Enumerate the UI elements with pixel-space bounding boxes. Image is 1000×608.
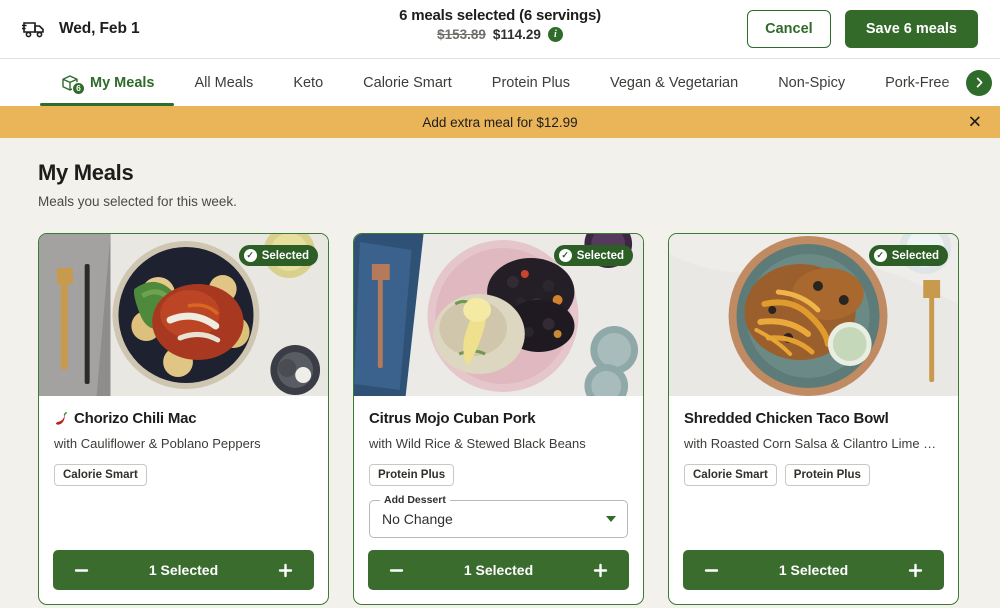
meal-tags: Protein Plus [369,464,628,486]
quantity-label: 1 Selected [778,562,849,578]
add-dessert-label: Add Dessert [380,494,450,506]
selected-badge: ✓ Selected [553,245,633,266]
chevron-right-icon [976,77,982,88]
meal-image: ✓ Selected [354,234,643,396]
minus-icon [74,568,89,572]
selected-badge: ✓ Selected [238,245,318,266]
plus-icon [278,563,293,577]
delivery-truck-icon [22,22,44,38]
meal-card-footer: 1 Selected [354,550,643,604]
decrease-quantity-button[interactable] [699,558,724,583]
scroll-right-button[interactable] [966,69,992,96]
meal-info: Chorizo Chili Mac with Cauliflower & Pob… [39,396,328,550]
quantity-label: 1 Selected [148,562,219,578]
increase-quantity-button[interactable] [588,558,613,583]
meal-title-row: Citrus Mojo Cuban Pork [369,410,628,427]
minus-icon [704,568,719,572]
check-icon: ✓ [558,249,572,262]
my-meals-count-badge: 6 [72,81,85,95]
quantity-stepper: 1 Selected [368,550,629,590]
decrease-quantity-button[interactable] [69,558,94,583]
tab-label: My Meals [90,74,155,91]
meal-tags: Calorie Smart Protein Plus [684,464,943,486]
meal-image: ✓ Selected [39,234,328,396]
meal-subtitle: with Cauliflower & Poblano Peppers [54,436,261,451]
selected-badge-label: Selected [891,249,939,262]
meal-tags: Calorie Smart [54,464,313,486]
meal-card[interactable]: ✓ Selected Shredded Chicken Taco Bowl wi… [668,233,959,605]
header-actions: Cancel Save 6 meals [746,10,978,48]
meal-title-row: Shredded Chicken Taco Bowl [684,410,943,427]
check-icon: ✓ [873,249,887,262]
category-tabbar: 6 My Meals All Meals Keto Calorie Smart … [0,58,1000,106]
add-dessert-value: No Change [382,511,453,527]
save-meals-button[interactable]: Save 6 meals [844,10,978,48]
cancel-button[interactable]: Cancel [746,10,831,48]
meal-card-footer: 1 Selected [669,550,958,604]
plus-icon [908,563,923,577]
selection-summary: 6 meals selected (6 servings) [399,7,601,24]
decrease-quantity-button[interactable] [384,558,409,583]
meal-subtitle: with Roasted Corn Salsa & Cilantro Lime … [684,436,943,451]
tab-pork-free[interactable]: Pork-Free [865,59,969,106]
meal-tag: Calorie Smart [54,464,147,486]
delivery-date-group: Wed, Feb 1 [22,18,140,40]
promo-banner[interactable]: Add extra meal for $12.99 ✕ [0,106,1000,138]
meal-tag: Calorie Smart [684,464,777,486]
meal-card-grid: ✓ Selected Chorizo Chili Mac with Caulif… [38,233,962,605]
promo-close-icon[interactable]: ✕ [968,114,982,131]
meal-subtitle: with Wild Rice & Stewed Black Beans [369,436,586,451]
selected-badge-label: Selected [576,249,624,262]
meal-card[interactable]: ✓ Selected Chorizo Chili Mac with Caulif… [38,233,329,605]
increase-quantity-button[interactable] [273,558,298,583]
tab-protein-plus[interactable]: Protein Plus [472,59,590,106]
meal-title: Shredded Chicken Taco Bowl [684,410,889,427]
chili-pepper-icon [56,411,67,425]
meal-image: ✓ Selected [669,234,958,396]
page-content: My Meals Meals you selected for this wee… [0,138,1000,605]
info-icon[interactable]: i [547,27,563,42]
price-original: $153.89 [437,27,486,42]
app-header: Wed, Feb 1 6 meals selected (6 servings)… [0,0,1000,58]
price-current: $114.29 [492,27,541,42]
chevron-down-icon [606,516,616,522]
meal-tag: Protein Plus [784,464,870,486]
selected-badge-label: Selected [261,249,309,262]
tab-my-meals[interactable]: 6 My Meals [40,59,175,106]
delivery-date: Wed, Feb 1 [59,20,140,37]
meal-card[interactable]: ✓ Selected Citrus Mojo Cuban Pork with W… [353,233,644,605]
price-row: $153.89 $114.29 i [437,27,563,42]
promo-text: Add extra meal for $12.99 [422,114,578,130]
minus-icon [389,568,404,572]
quantity-stepper: 1 Selected [683,550,944,590]
meal-info: Shredded Chicken Taco Bowl with Roasted … [669,396,958,550]
box-icon-wrap: 6 [60,73,85,95]
tab-all-meals[interactable]: All Meals [174,59,273,106]
meal-card-footer: 1 Selected [39,550,328,604]
add-dessert-select[interactable]: Add Dessert No Change [369,494,628,538]
check-icon: ✓ [243,249,257,262]
tab-non-spicy[interactable]: Non-Spicy [758,59,865,106]
page-title: My Meals [38,160,134,185]
plus-icon [593,563,608,577]
quantity-stepper: 1 Selected [53,550,314,590]
meal-title: Chorizo Chili Mac [74,410,197,427]
tab-calorie-smart[interactable]: Calorie Smart [343,59,472,106]
tab-vegan-vegetarian[interactable]: Vegan & Vegetarian [590,59,758,106]
increase-quantity-button[interactable] [903,558,928,583]
meal-tag: Protein Plus [369,464,455,486]
page-subtitle: Meals you selected for this week. [38,194,237,209]
selected-badge: ✓ Selected [868,245,948,266]
quantity-label: 1 Selected [463,562,534,578]
meal-title-row: Chorizo Chili Mac [54,410,313,427]
meal-title: Citrus Mojo Cuban Pork [369,410,536,427]
meal-info: Citrus Mojo Cuban Pork with Wild Rice & … [354,396,643,550]
tab-keto[interactable]: Keto [273,59,343,106]
